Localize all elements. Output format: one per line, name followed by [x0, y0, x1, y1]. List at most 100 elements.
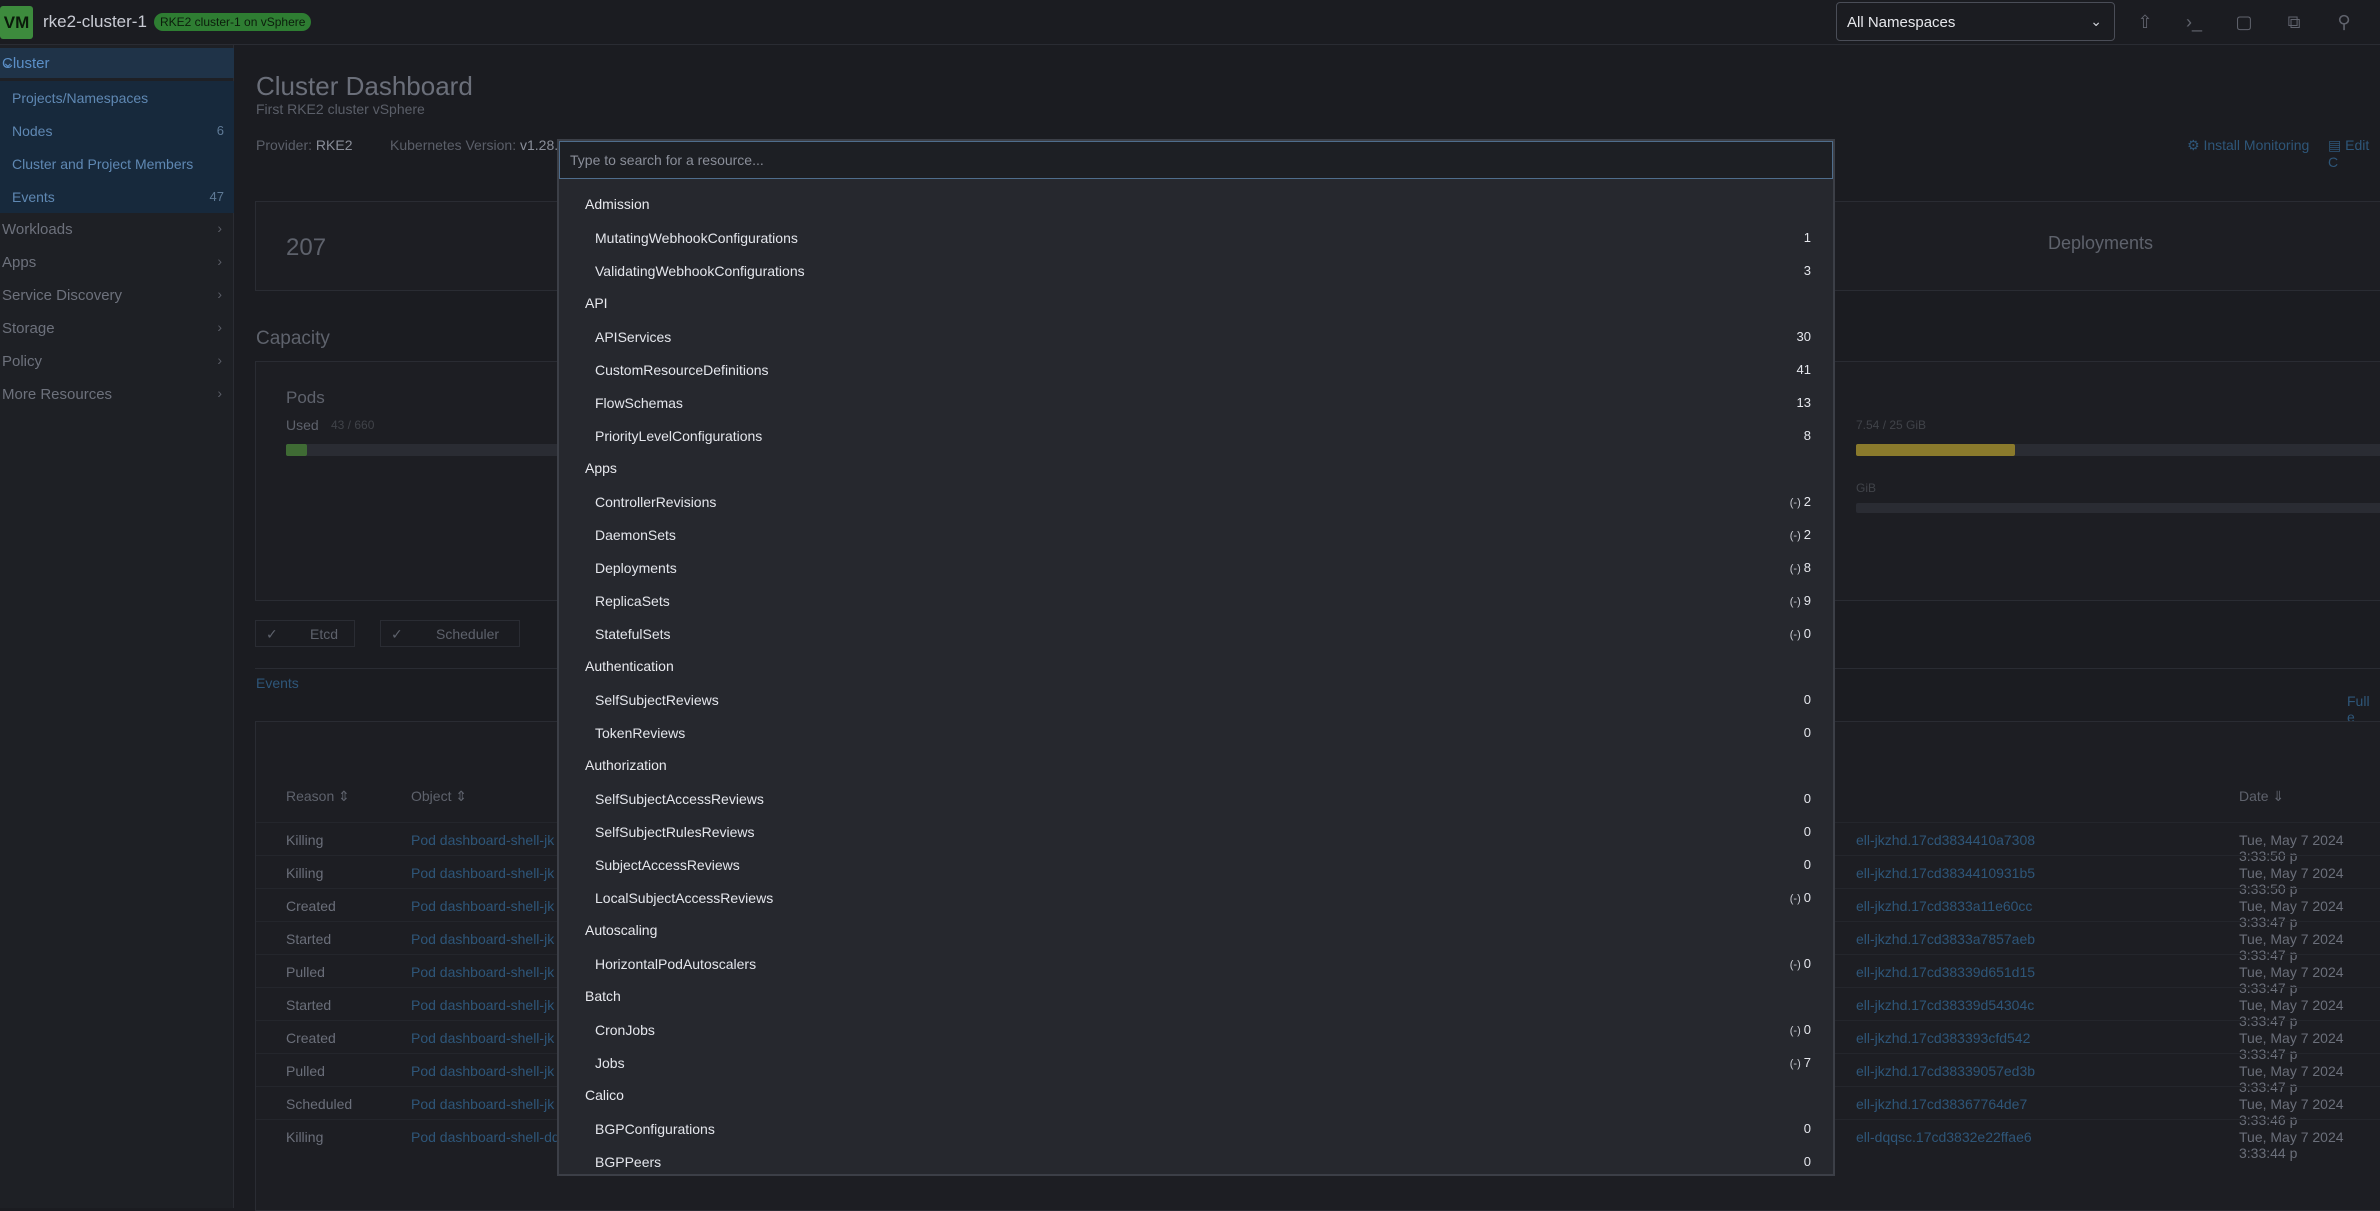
event-name[interactable]: ell-jkzhd.17cd3833a11e60cc — [1856, 898, 2032, 914]
resource-item-name: CustomResourceDefinitions — [595, 362, 769, 378]
resource-group-heading: Admission — [585, 196, 650, 212]
memory-bar — [1856, 444, 2380, 456]
resource-item[interactable]: CustomResourceDefinitions 41 — [595, 353, 1811, 386]
event-object[interactable]: Pod dashboard-shell-jk — [411, 832, 554, 848]
search-icon[interactable]: ⚲ — [2332, 10, 2356, 34]
sidebar-group-storage[interactable]: Storage › — [0, 312, 234, 345]
event-object[interactable]: Pod dashboard-shell-jk — [411, 964, 554, 980]
resource-item-count-value: 0 — [1804, 824, 1811, 839]
namespaced-icon: (-) — [1790, 629, 1801, 641]
upload-icon[interactable]: ⇧ — [2133, 10, 2157, 34]
event-name[interactable]: ell-jkzhd.17cd38339d651d15 — [1856, 964, 2035, 980]
column-header-date-label: Date — [2239, 788, 2269, 804]
resource-item-count-value: 30 — [1797, 329, 1811, 344]
resource-item-name: DaemonSets — [595, 527, 676, 543]
sidebar-item-events[interactable]: Events 47 — [0, 180, 234, 213]
chevron-right-icon: › — [217, 253, 222, 269]
sidebar-item-label: Nodes — [12, 123, 52, 139]
sidebar-cluster[interactable]: Cluster ⌄ — [0, 48, 234, 78]
cluster-logo[interactable]: VM — [0, 6, 33, 39]
sidebar-group-more-resources[interactable]: More Resources › — [0, 378, 234, 411]
resource-item[interactable]: HorizontalPodAutoscalers(-)0 — [595, 947, 1811, 980]
column-header-date[interactable]: Date ⇓ — [2239, 788, 2284, 805]
resource-item[interactable]: FlowSchemas13 — [595, 386, 1811, 419]
install-monitoring-link[interactable]: ⚙ Install Monitoring — [2187, 137, 2309, 154]
terminal-icon[interactable]: ›_ — [2182, 10, 2206, 34]
event-name[interactable]: ell-jkzhd.17cd383393cfd542 — [1856, 1030, 2030, 1046]
resource-item-name: HorizontalPodAutoscalers — [595, 956, 756, 972]
file-icon[interactable]: ▢ — [2232, 10, 2256, 34]
resource-item[interactable]: ControllerRevisions(-)2 — [595, 485, 1811, 518]
cluster-name: rke2-cluster-1 — [43, 12, 147, 32]
resource-item[interactable]: ValidatingWebhookConfigurations3 — [595, 254, 1811, 287]
resource-item-count: 0 — [1804, 1154, 1811, 1169]
sidebar-group-service-discovery[interactable]: Service Discovery › — [0, 279, 234, 312]
resource-item-count-value: 7 — [1804, 1055, 1811, 1070]
resource-search-box — [559, 141, 1833, 179]
event-object[interactable]: Pod dashboard-shell-jk — [411, 1030, 554, 1046]
namespaced-icon: (-) — [1790, 530, 1801, 542]
kubernetes-value: v1.28. — [520, 137, 558, 153]
resource-item-count: (-)0 — [1790, 1022, 1811, 1037]
event-object[interactable]: Pod dashboard-shell-dq — [411, 1129, 560, 1145]
resource-item[interactable]: BGPConfigurations0 — [595, 1112, 1811, 1145]
resource-item[interactable]: CronJobs(-)0 — [595, 1013, 1811, 1046]
sidebar-group-apps[interactable]: Apps › — [0, 246, 234, 279]
resource-search-input[interactable] — [560, 142, 1832, 178]
resource-item-count: 41 — [1797, 362, 1811, 377]
column-header-object[interactable]: Object ⇕ — [411, 788, 467, 805]
resource-item[interactable]: TokenReviews0 — [595, 716, 1811, 749]
event-name[interactable]: ell-jkzhd.17cd3834410931b5 — [1856, 865, 2035, 881]
chevron-right-icon: › — [217, 352, 222, 368]
provider-value: RKE2 — [316, 137, 353, 153]
resource-item[interactable]: BGPPeers0 — [595, 1145, 1811, 1176]
resource-item-count: 0 — [1804, 857, 1811, 872]
resource-item[interactable]: LocalSubjectAccessReviews(-)0 — [595, 881, 1811, 914]
event-name[interactable]: ell-jkzhd.17cd3834410a7308 — [1856, 832, 2035, 848]
chevron-right-icon: › — [217, 319, 222, 335]
resource-item[interactable]: APIServices30 — [595, 320, 1811, 353]
sidebar-group-policy[interactable]: Policy › — [0, 345, 234, 378]
sidebar-item-members[interactable]: Cluster and Project Members — [0, 147, 234, 180]
event-name[interactable]: ell-jkzhd.17cd38367764de7 — [1856, 1096, 2027, 1112]
event-object[interactable]: Pod dashboard-shell-jk — [411, 1096, 554, 1112]
sidebar-group-label: Service Discovery — [2, 287, 122, 304]
resource-item-count-value: 0 — [1804, 857, 1811, 872]
event-name[interactable]: ell-jkzhd.17cd3833a7857aeb — [1856, 931, 2035, 947]
event-object[interactable]: Pod dashboard-shell-jk — [411, 997, 554, 1013]
event-reason: Created — [286, 1030, 336, 1046]
resource-item[interactable]: SelfSubjectRulesReviews0 — [595, 815, 1811, 848]
event-object[interactable]: Pod dashboard-shell-jk — [411, 1063, 554, 1079]
event-name[interactable]: ell-jkzhd.17cd38339d54304c — [1856, 997, 2034, 1013]
namespaced-icon: (-) — [1790, 1058, 1801, 1070]
event-name[interactable]: ell-jkzhd.17cd38339057ed3b — [1856, 1063, 2035, 1079]
tab-events[interactable]: Events — [256, 675, 299, 691]
sidebar-group-workloads[interactable]: Workloads › — [0, 213, 234, 246]
sidebar-item-projects[interactable]: Projects/Namespaces — [0, 81, 234, 114]
copy-icon[interactable]: ⧉ — [2282, 10, 2306, 34]
resource-item[interactable]: Deployments(-)8 — [595, 551, 1811, 584]
event-name[interactable]: ell-dqqsc.17cd3832e22ffae6 — [1856, 1129, 2032, 1145]
event-object[interactable]: Pod dashboard-shell-jk — [411, 865, 554, 881]
resource-item[interactable]: PriorityLevelConfigurations8 — [595, 419, 1811, 452]
pods-label: Pods — [286, 388, 325, 408]
resource-item[interactable]: Jobs(-)7 — [595, 1046, 1811, 1079]
edit-config-link[interactable]: ▤ Edit C — [2328, 137, 2380, 170]
resource-item-count-value: 0 — [1804, 890, 1811, 905]
resource-item-count-value: 0 — [1804, 692, 1811, 707]
resource-item[interactable]: SubjectAccessReviews0 — [595, 848, 1811, 881]
event-object[interactable]: Pod dashboard-shell-jk — [411, 931, 554, 947]
resource-item[interactable]: MutatingWebhookConfigurations1 — [595, 221, 1811, 254]
resource-item[interactable]: StatefulSets(-)0 — [595, 617, 1811, 650]
namespace-select[interactable]: All Namespaces ⌄ — [1836, 2, 2115, 41]
column-header-reason[interactable]: Reason ⇕ — [286, 788, 350, 805]
sidebar-item-nodes[interactable]: Nodes 6 — [0, 114, 234, 147]
resource-item-name: TokenReviews — [595, 725, 685, 741]
resource-item[interactable]: ReplicaSets(-)9 — [595, 584, 1811, 617]
resource-item[interactable]: SelfSubjectReviews0 — [595, 683, 1811, 716]
component-etcd: ✓ Etcd — [255, 620, 355, 647]
resource-item[interactable]: DaemonSets(-)2 — [595, 518, 1811, 551]
event-object[interactable]: Pod dashboard-shell-jk — [411, 898, 554, 914]
resource-item[interactable]: SelfSubjectAccessReviews0 — [595, 782, 1811, 815]
chevron-right-icon: › — [217, 385, 222, 401]
